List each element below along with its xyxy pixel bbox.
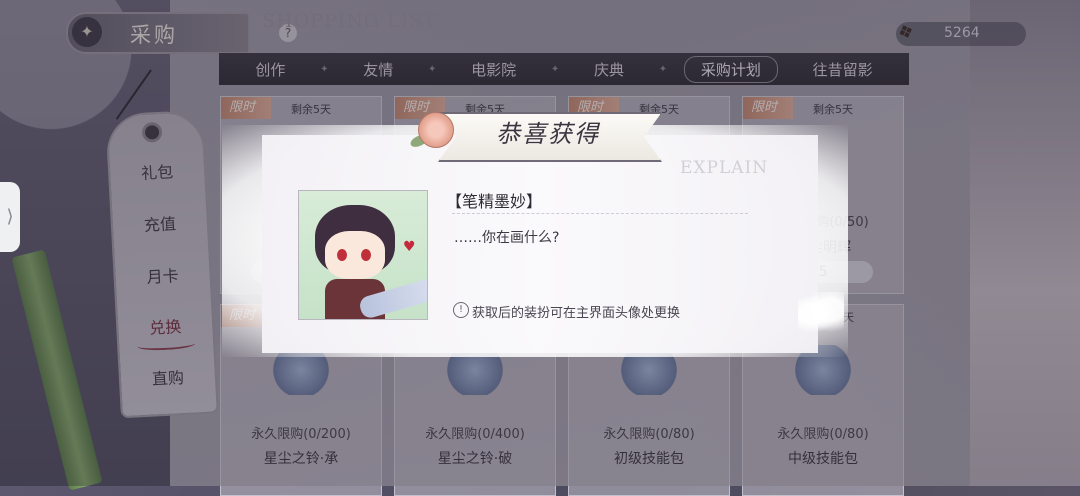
butterfly-icon	[798, 292, 844, 336]
chibi-eye	[337, 249, 347, 261]
side-expand-handle[interactable]: ⟩	[0, 182, 20, 252]
chibi-face	[325, 231, 385, 279]
reward-avatar-frame: ♥	[298, 190, 428, 320]
reward-title: 恭喜获得	[496, 120, 600, 148]
reward-item-name: 【笔精墨妙】	[446, 192, 543, 211]
reward-hint: 获取后的装扮可在主界面头像处更换	[472, 306, 681, 321]
explain-watermark: EXPLAIN	[680, 158, 769, 178]
rose-icon	[418, 112, 454, 148]
chibi-eye	[361, 249, 371, 261]
divider	[452, 213, 748, 214]
reward-item-description: ……你在画什么?	[454, 230, 560, 246]
warning-icon: !	[453, 302, 469, 318]
heart-icon: ♥	[403, 239, 416, 255]
